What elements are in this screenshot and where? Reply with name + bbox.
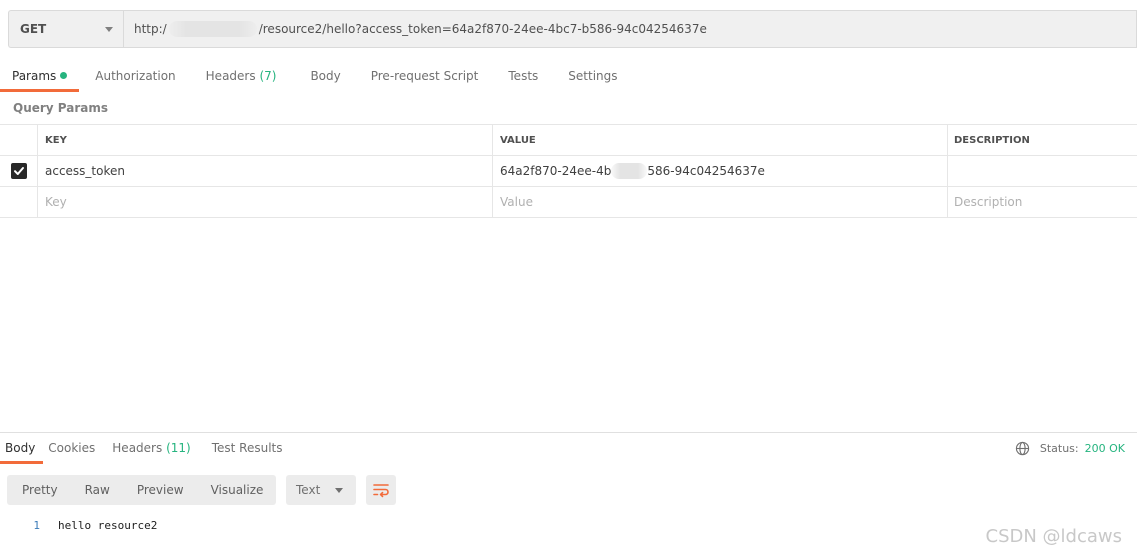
new-value-input[interactable]: Value	[493, 187, 948, 217]
request-bar: GET http:/ /resource2/hello?access_token=…	[8, 10, 1137, 48]
tab-body[interactable]: Body	[288, 62, 352, 92]
response-body-text: hello resource2	[58, 518, 158, 532]
param-key-cell[interactable]: access_token	[38, 156, 493, 186]
tab-pre-request-script-label: Pre-request Script	[370, 69, 479, 83]
check-icon	[13, 167, 24, 175]
tab-authorization-label: Authorization	[95, 69, 176, 83]
response-tab-headers[interactable]: Headers (11)	[103, 434, 198, 464]
watermark: CSDN @ldcaws	[985, 526, 1123, 547]
format-label: Text	[296, 483, 321, 497]
response-tab-test-results-label: Test Results	[211, 441, 283, 455]
line-number: 1	[33, 518, 40, 532]
table-row: access_token 64a2f870-24ee-4b 586-94c0425…	[0, 156, 1137, 187]
params-active-dot	[60, 72, 68, 79]
redacted-host-blur	[168, 21, 257, 37]
method-label: GET	[20, 22, 47, 36]
param-value-prefix: 64a2f870-24ee-4b	[500, 164, 612, 178]
response-tab-body-label: Body	[5, 441, 36, 455]
method-select[interactable]: GET	[8, 10, 123, 48]
view-mode-group: Pretty Raw Preview Visualize	[7, 475, 276, 505]
format-select[interactable]: Text	[286, 475, 356, 505]
request-tabs: Params Authorization Headers (7) Body Pr…	[0, 62, 630, 92]
response-tab-headers-label: Headers	[112, 441, 163, 455]
url-prefix: http:/	[134, 22, 167, 36]
response-body-line: 1 hello resource2	[0, 515, 700, 535]
row-check-cell	[0, 156, 38, 186]
param-enabled-checkbox[interactable]	[10, 163, 27, 179]
response-tab-cookies[interactable]: Cookies	[43, 434, 103, 464]
param-value-cell[interactable]: 64a2f870-24ee-4b 586-94c04254637e	[493, 156, 948, 186]
column-header-description: DESCRIPTION	[954, 134, 1030, 146]
url-input[interactable]: http:/ /resource2/hello?access_token=64a2…	[123, 10, 1137, 48]
status-label: Status:	[1039, 442, 1079, 455]
chevron-down-icon	[335, 487, 343, 493]
query-params-title: Query Params	[13, 101, 109, 115]
headers-count: (7)	[259, 69, 277, 83]
view-raw-button[interactable]: Raw	[70, 475, 122, 505]
tab-headers[interactable]: Headers (7)	[188, 62, 289, 92]
url-suffix: /resource2/hello?access_token=64a2f870-2…	[258, 22, 707, 36]
header-check-cell	[0, 125, 38, 155]
wrap-lines-button[interactable]	[366, 475, 396, 505]
param-value-suffix: 586-94c04254637e	[647, 164, 765, 178]
tab-settings-label: Settings	[568, 69, 618, 83]
response-tab-test-results[interactable]: Test Results	[199, 434, 291, 464]
response-divider	[0, 432, 1137, 433]
response-status: Status: 200 OK	[1015, 441, 1125, 456]
tab-params-label: Params	[12, 69, 57, 83]
param-description-cell[interactable]	[948, 156, 1137, 186]
view-visualize-button[interactable]: Visualize	[196, 475, 276, 505]
tab-headers-label: Headers	[205, 69, 256, 83]
tab-body-label: Body	[310, 69, 341, 83]
tab-params[interactable]: Params	[0, 62, 80, 92]
view-pretty-button[interactable]: Pretty	[7, 475, 70, 505]
tab-tests[interactable]: Tests	[490, 62, 550, 92]
globe-icon[interactable]	[1015, 441, 1030, 456]
tab-settings[interactable]: Settings	[550, 62, 629, 92]
tab-tests-label: Tests	[508, 69, 539, 83]
params-table: KEY VALUE DESCRIPTION access_token 64a2f…	[0, 124, 1137, 218]
status-value: 200 OK	[1084, 442, 1125, 455]
tab-pre-request-script[interactable]: Pre-request Script	[353, 62, 491, 92]
tab-authorization[interactable]: Authorization	[79, 62, 187, 92]
new-key-input[interactable]: Key	[38, 187, 493, 217]
new-row-check-cell	[0, 187, 38, 217]
redacted-value-blur	[611, 163, 648, 179]
column-header-value: VALUE	[493, 125, 948, 155]
column-header-key: KEY	[38, 125, 493, 155]
chevron-down-icon	[105, 26, 113, 32]
wrap-lines-icon	[373, 484, 389, 498]
view-preview-button[interactable]: Preview	[122, 475, 196, 505]
response-tab-body[interactable]: Body	[0, 434, 44, 464]
table-row-new: Key Value Description	[0, 187, 1137, 218]
response-headers-count: (11)	[166, 441, 191, 455]
params-header-row: KEY VALUE DESCRIPTION	[0, 125, 1137, 156]
response-tabs: Body Cookies Headers (11) Test Results	[0, 434, 290, 464]
response-tab-cookies-label: Cookies	[48, 441, 96, 455]
new-description-input[interactable]: Description	[948, 187, 1137, 217]
